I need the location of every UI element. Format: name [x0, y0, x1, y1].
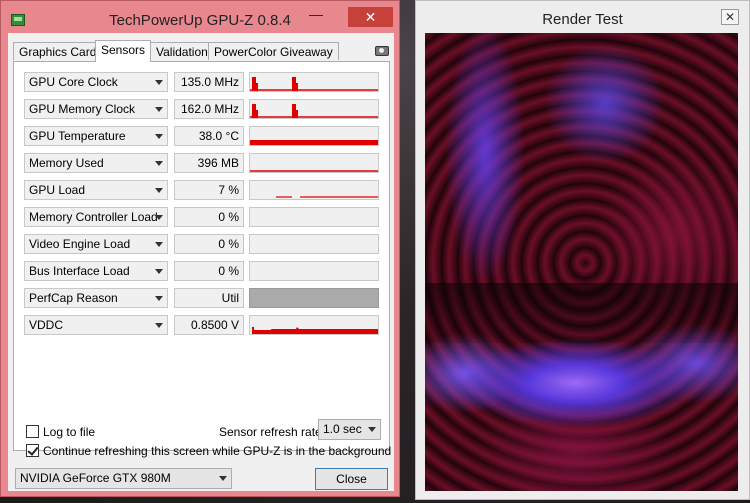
sensor-graph	[249, 288, 379, 308]
sensor-graph	[249, 207, 379, 227]
chevron-down-icon	[155, 215, 163, 220]
sensor-row: VDDC 0.8500 V	[24, 315, 384, 337]
sensor-value: 38.0 °C	[174, 126, 244, 146]
gpuz-window: TechPowerUp GPU-Z 0.8.4 — ✕ Graphics Car…	[0, 0, 400, 497]
sensor-graph	[249, 315, 379, 335]
tab-powercolor-giveaway[interactable]: PowerColor Giveaway	[208, 42, 339, 60]
chevron-down-icon	[155, 323, 163, 328]
tab-strip: Graphics Card Sensors Validation PowerCo…	[13, 40, 393, 62]
sensor-value: 0 %	[174, 207, 244, 227]
sensor-name-label: VDDC	[29, 318, 64, 332]
sensor-name-dropdown[interactable]: GPU Temperature	[24, 126, 168, 146]
sensor-name-dropdown[interactable]: Video Engine Load	[24, 234, 168, 254]
sensor-row: GPU Temperature 38.0 °C	[24, 126, 384, 148]
chevron-down-icon	[155, 269, 163, 274]
chevron-down-icon	[155, 161, 163, 166]
sensor-row: Memory Used 396 MB	[24, 153, 384, 175]
sensor-graph-plot	[250, 104, 378, 118]
sensor-name-dropdown[interactable]: PerfCap Reason	[24, 288, 168, 308]
sensor-name-label: GPU Memory Clock	[29, 102, 136, 116]
sensor-name-label: GPU Load	[29, 183, 86, 197]
sensor-graph-plot	[250, 77, 378, 91]
sensors-panel: GPU Core Clock 135.0 MHz GPU Memory Clock 1…	[13, 61, 390, 451]
sensor-name-dropdown[interactable]: GPU Memory Clock	[24, 99, 168, 119]
refresh-rate-select[interactable]: 1.0 sec	[318, 419, 381, 440]
sensor-row: Bus Interface Load 0 %	[24, 261, 384, 283]
sensor-graph	[249, 261, 379, 281]
sensor-name-dropdown[interactable]: Bus Interface Load	[24, 261, 168, 281]
sensor-value: Util	[174, 288, 244, 308]
sensor-name-label: PerfCap Reason	[29, 291, 118, 305]
sensor-graph-plot	[250, 140, 378, 145]
chevron-down-icon	[155, 242, 163, 247]
window-close-button[interactable]: ✕	[348, 7, 393, 27]
chevron-down-icon	[368, 427, 376, 432]
chevron-down-icon	[219, 476, 227, 481]
sensor-value: 135.0 MHz	[174, 72, 244, 92]
render-test-close-button[interactable]: ✕	[721, 9, 739, 25]
sensor-name-label: GPU Temperature	[29, 129, 126, 143]
sensor-value: 7 %	[174, 180, 244, 200]
render-test-title: Render Test	[542, 11, 623, 28]
sensor-name-dropdown[interactable]: VDDC	[24, 315, 168, 335]
chevron-down-icon	[155, 80, 163, 85]
sensor-row: PerfCap Reason Util	[24, 288, 384, 310]
chevron-down-icon	[155, 296, 163, 301]
sensor-value: 162.0 MHz	[174, 99, 244, 119]
sensor-graph-plot	[250, 327, 378, 334]
sensor-value: 0 %	[174, 261, 244, 281]
tab-sensors[interactable]: Sensors	[95, 40, 152, 62]
chevron-down-icon	[155, 188, 163, 193]
continue-refresh-checkbox[interactable]	[26, 444, 39, 457]
refresh-rate-value: 1.0 sec	[323, 422, 362, 436]
log-to-file-label: Log to file	[43, 425, 96, 439]
chevron-down-icon	[155, 134, 163, 139]
sensor-name-dropdown[interactable]: GPU Core Clock	[24, 72, 168, 92]
sensor-row: GPU Core Clock 135.0 MHz	[24, 72, 384, 94]
close-button[interactable]: Close	[315, 468, 388, 490]
continue-refresh-label: Continue refreshing this screen while GP…	[43, 444, 392, 458]
sensor-name-label: Memory Used	[29, 156, 104, 170]
gpuz-titlebar[interactable]: TechPowerUp GPU-Z 0.8.4 — ✕	[1, 1, 399, 33]
chevron-down-icon	[155, 107, 163, 112]
sensor-graph-plot	[276, 196, 378, 198]
sensor-graph	[249, 180, 379, 200]
sensor-name-label: GPU Core Clock	[29, 75, 118, 89]
render-test-canvas	[425, 33, 738, 491]
log-to-file-checkbox[interactable]	[26, 425, 39, 438]
tab-graphics-card[interactable]: Graphics Card	[13, 42, 103, 60]
sensor-graph	[249, 72, 379, 92]
sensor-name-dropdown[interactable]: GPU Load	[24, 180, 168, 200]
render-test-window: Render Test ✕	[415, 0, 750, 500]
sensor-name-dropdown[interactable]: Memory Controller Load	[24, 207, 168, 227]
sensor-row: Video Engine Load 0 %	[24, 234, 384, 256]
sensor-name-label: Memory Controller Load	[29, 210, 158, 224]
sensor-name-label: Bus Interface Load	[29, 264, 130, 278]
gpu-select[interactable]: NVIDIA GeForce GTX 980M	[15, 468, 232, 489]
sensor-graph	[249, 99, 379, 119]
screenshot-camera-icon[interactable]	[375, 46, 389, 56]
sensor-graph	[249, 126, 379, 146]
sensor-value: 0.8500 V	[174, 315, 244, 335]
gpuz-client-area: Graphics Card Sensors Validation PowerCo…	[8, 33, 394, 491]
tab-validation[interactable]: Validation	[150, 42, 214, 60]
sensor-row: GPU Load 7 %	[24, 180, 384, 202]
sensor-value: 0 %	[174, 234, 244, 254]
sensor-graph-plot	[250, 170, 378, 172]
gpu-select-value: NVIDIA GeForce GTX 980M	[20, 471, 171, 485]
minimize-button[interactable]: —	[303, 5, 329, 25]
sensor-graph	[249, 234, 379, 254]
sensor-name-label: Video Engine Load	[29, 237, 131, 251]
sensor-row: GPU Memory Clock 162.0 MHz	[24, 99, 384, 121]
sensor-graph	[249, 153, 379, 173]
gpuz-window-title: TechPowerUp GPU-Z 0.8.4	[109, 12, 291, 29]
sensor-value: 396 MB	[174, 153, 244, 173]
sensor-name-dropdown[interactable]: Memory Used	[24, 153, 168, 173]
refresh-rate-label: Sensor refresh rate:	[219, 425, 326, 439]
sensor-row: Memory Controller Load 0 %	[24, 207, 384, 229]
